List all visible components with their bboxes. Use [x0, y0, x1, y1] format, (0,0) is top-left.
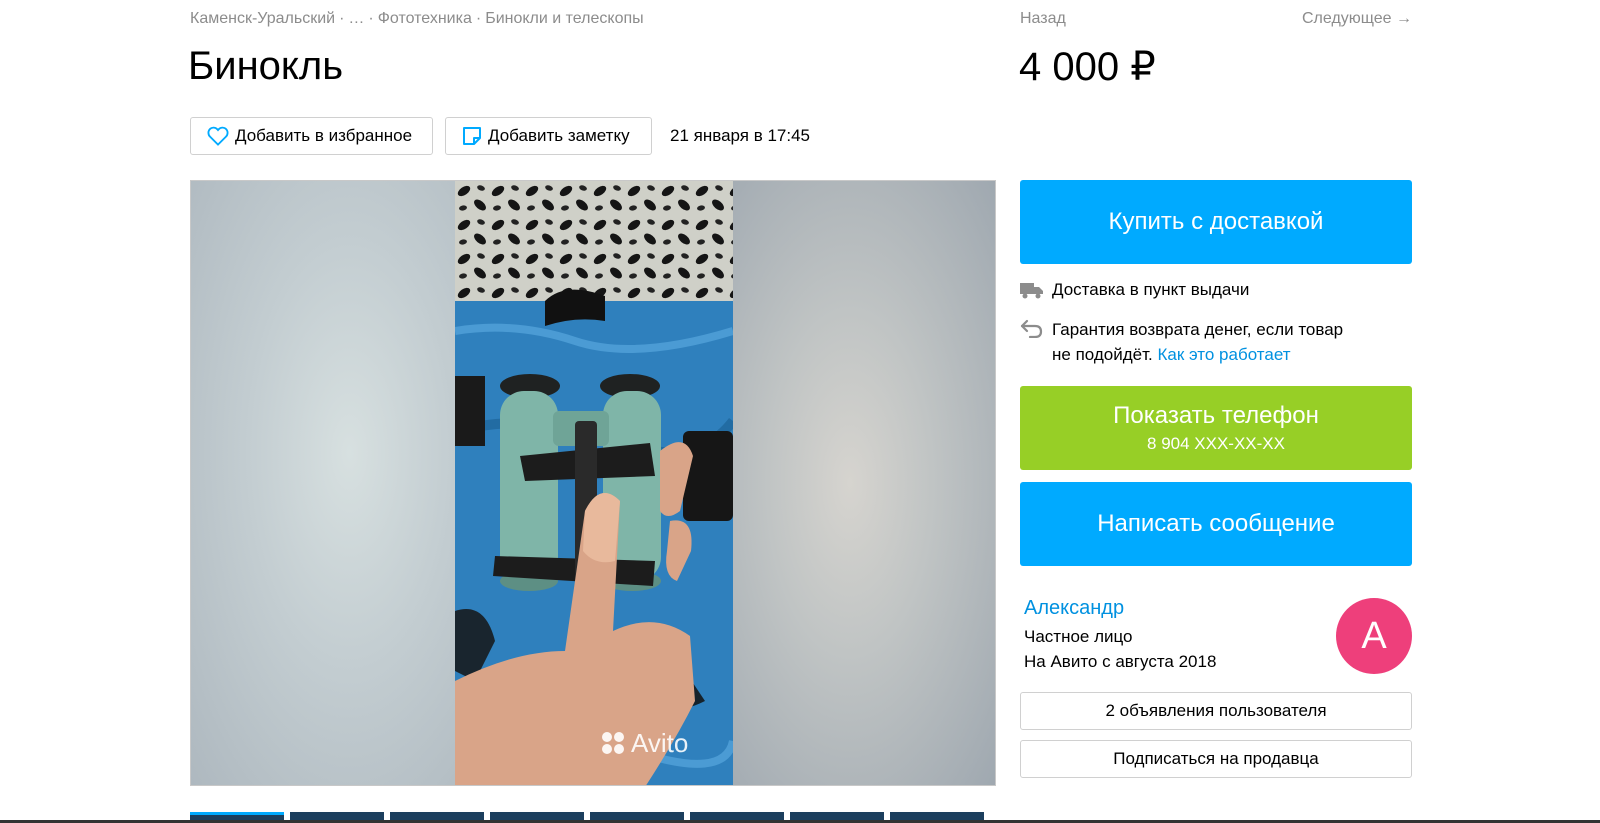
guarantee-info: Гарантия возврата денег, если товар не п… — [1020, 317, 1343, 367]
return-arrow-icon — [1020, 319, 1043, 338]
write-message-button[interactable]: Написать сообщение — [1020, 482, 1412, 566]
main-photo[interactable]: Avito — [455, 181, 733, 785]
seller-since: На Авито с августа 2018 — [1024, 652, 1217, 671]
breadcrumb-subcategory[interactable]: Бинокли и телескопы — [485, 10, 643, 27]
guarantee-text-line2: не подойдёт. — [1052, 345, 1153, 364]
heart-icon — [207, 126, 229, 146]
note-icon — [463, 127, 481, 145]
phone-number: 8 904 XXX-XX-XX — [1147, 434, 1285, 453]
show-phone-label: Показать телефон — [1113, 402, 1319, 429]
subscribe-seller-button[interactable]: Подписаться на продавца — [1020, 740, 1412, 778]
breadcrumb: Каменск-Уральский ·… · Фототехника · Бинокли … — [190, 10, 644, 28]
guarantee-text-line1: Гарантия возврата денег, если товар — [1052, 320, 1344, 339]
publish-date: 21 января в 17:45 — [670, 126, 811, 145]
seller-name-link[interactable]: Александр — [1024, 597, 1124, 620]
next-link[interactable]: Следующее → — [1302, 10, 1412, 28]
gallery-blur-right — [731, 181, 995, 785]
avito-watermark: Avito — [631, 728, 688, 758]
buy-with-delivery-button[interactable]: Купить с доставкой — [1020, 180, 1412, 264]
breadcrumb-separator: · — [368, 10, 374, 27]
add-to-favorites-label: Добавить в избранное — [235, 126, 413, 145]
gallery-blur-left — [191, 181, 455, 785]
back-link[interactable]: Назад — [1020, 10, 1066, 28]
breadcrumb-separator: · — [339, 10, 345, 27]
page-title: Бинокль — [188, 44, 344, 88]
delivery-text: Доставка в пункт выдачи — [1052, 280, 1250, 299]
seller-ads-button[interactable]: 2 объявления пользователя — [1020, 692, 1412, 730]
breadcrumb-ellipsis[interactable]: … — [348, 10, 364, 27]
add-to-favorites-button[interactable]: Добавить в избранное — [190, 117, 433, 155]
price: 4 000 ₽ — [1019, 45, 1156, 89]
avatar[interactable]: А — [1336, 598, 1412, 674]
how-it-works-link[interactable]: Как это работает — [1157, 345, 1290, 364]
binoculars-photo: Avito — [455, 181, 733, 785]
breadcrumb-separator: · — [475, 10, 482, 27]
truck-icon — [1020, 283, 1043, 299]
show-phone-button[interactable]: Показать телефон 8 904 XXX-XX-XX — [1020, 386, 1412, 470]
seller-type: Частное лицо — [1024, 627, 1133, 646]
photo-gallery[interactable]: Avito — [190, 180, 996, 786]
breadcrumb-category[interactable]: Фототехника — [378, 10, 472, 27]
add-note-label: Добавить заметку — [488, 126, 630, 145]
add-note-button[interactable]: Добавить заметку — [445, 117, 652, 155]
breadcrumb-city[interactable]: Каменск-Уральский — [190, 10, 335, 27]
delivery-info: Доставка в пункт выдачи — [1020, 280, 1249, 300]
